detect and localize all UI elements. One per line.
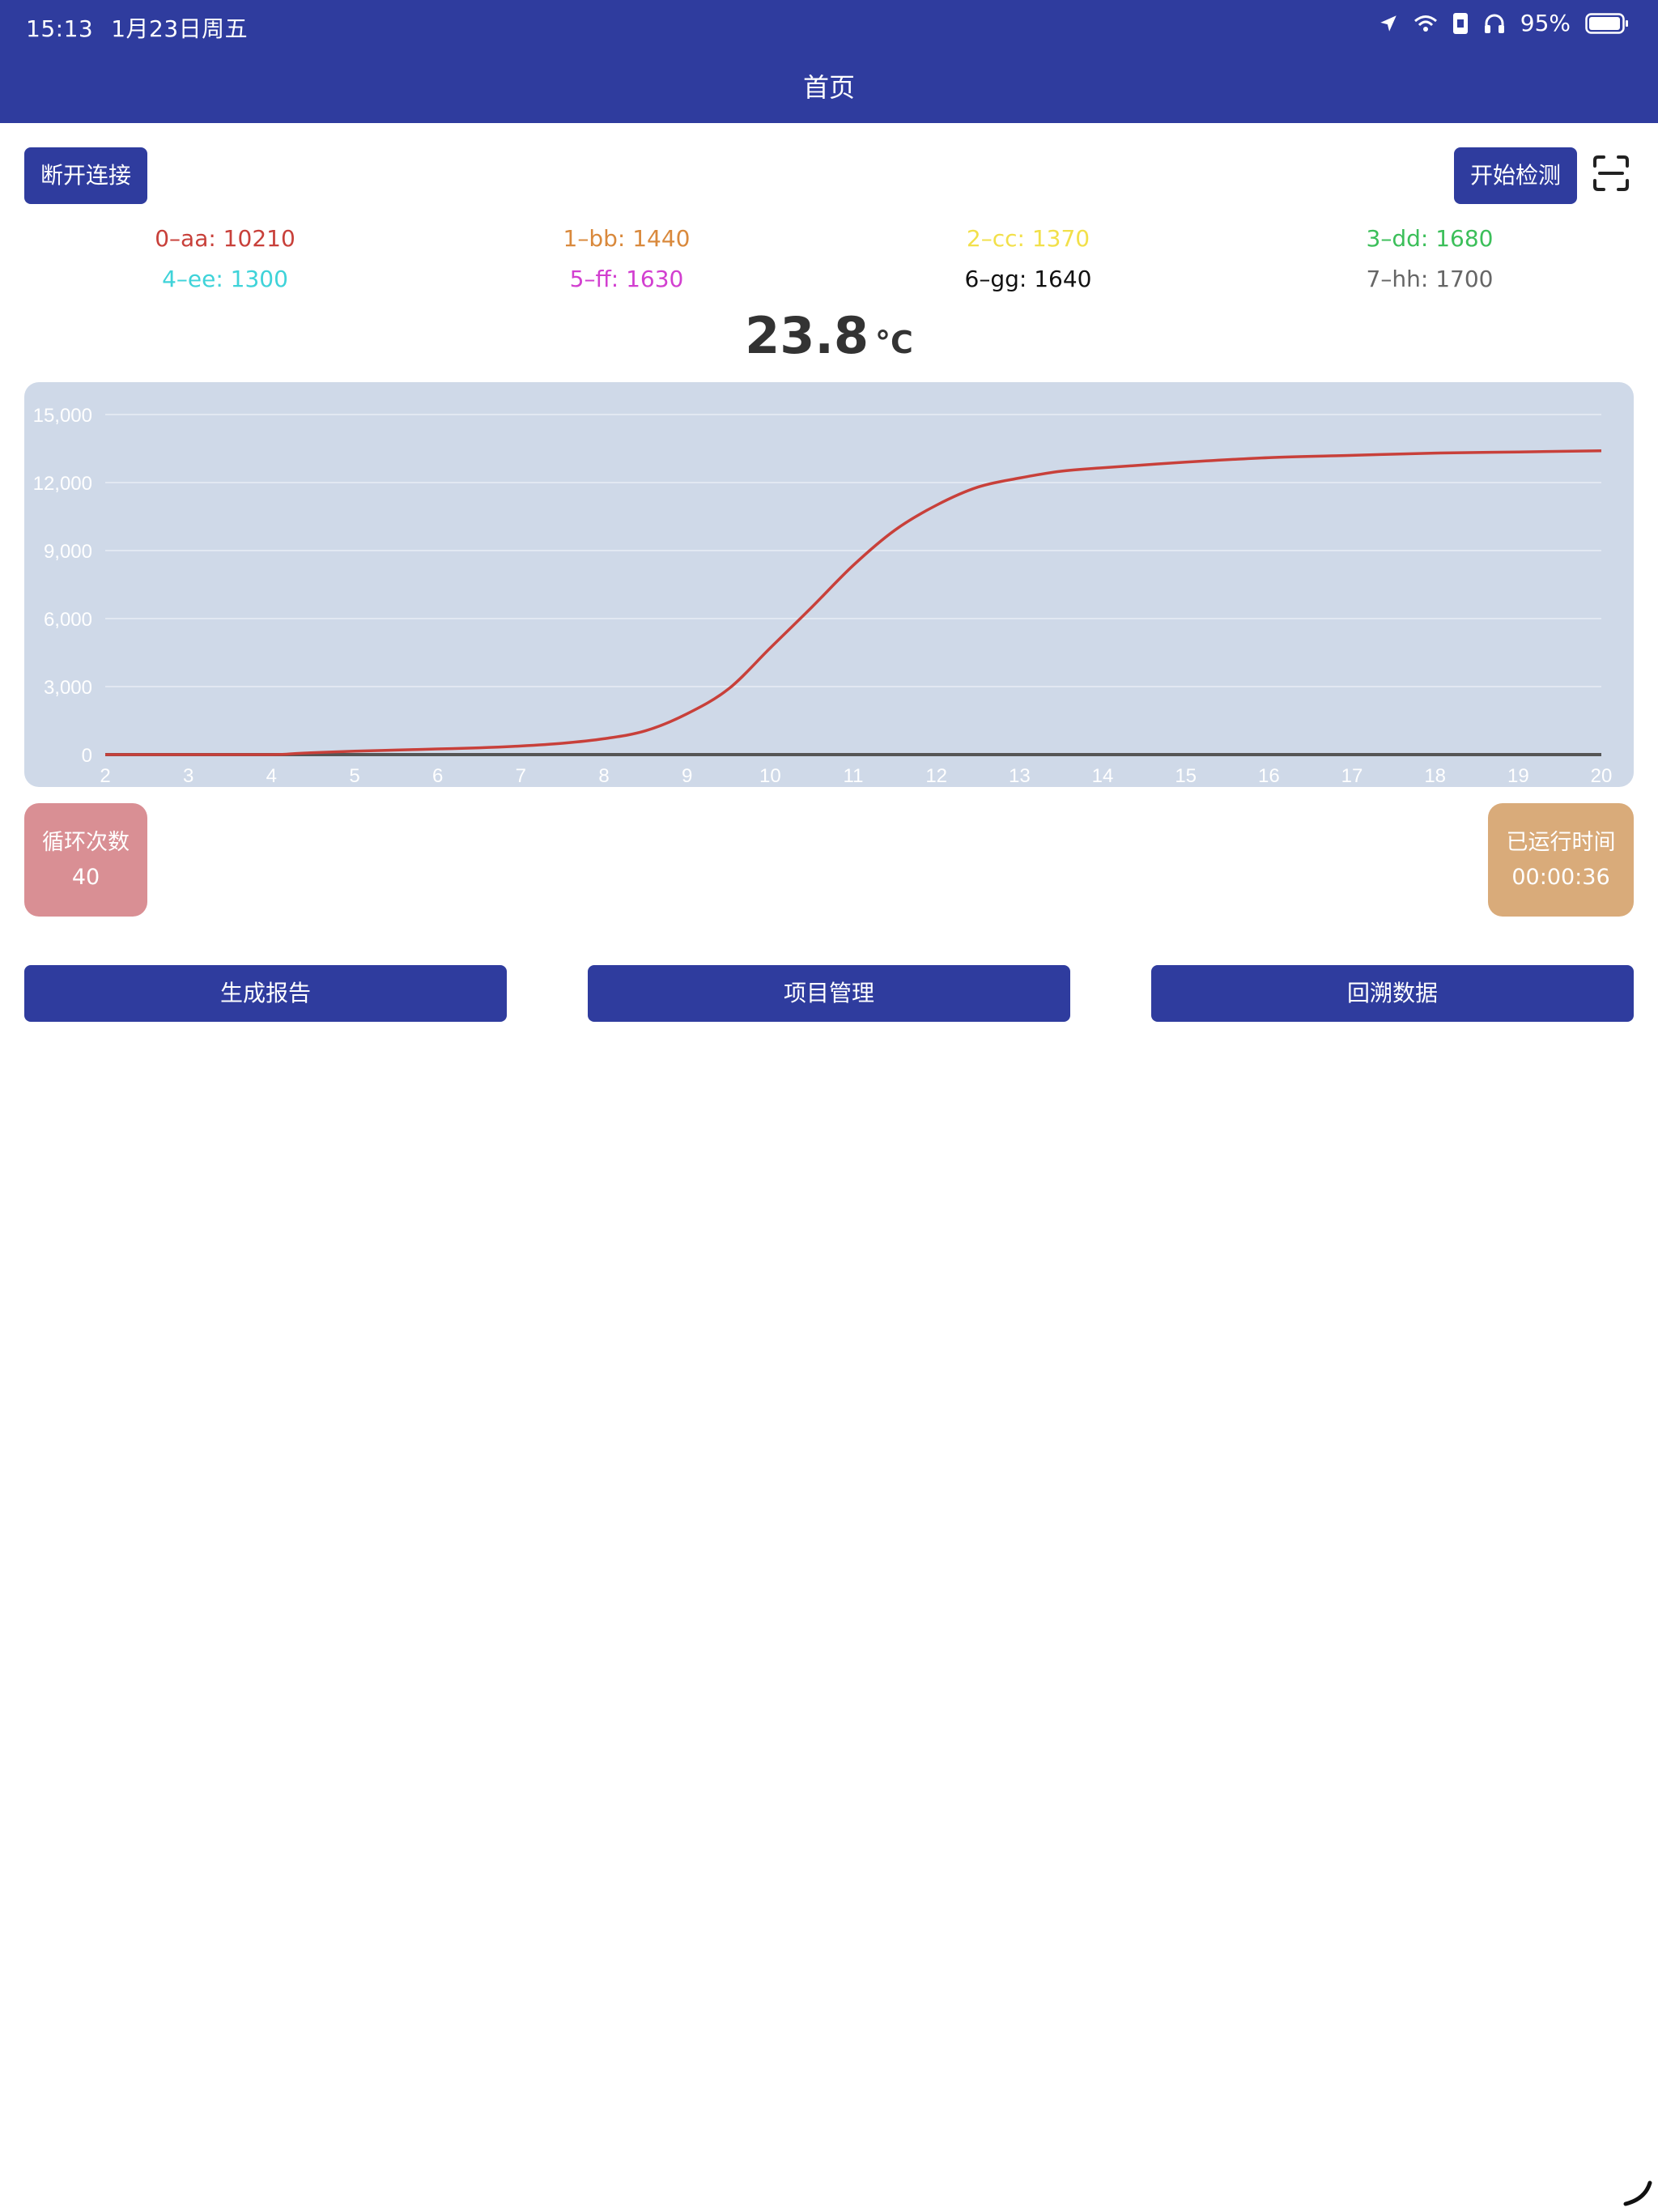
channel-label: 5–ff: 1630 (569, 266, 684, 292)
x-tick-label: 13 (1009, 765, 1031, 787)
battery-percent: 95% (1520, 10, 1571, 36)
scan-icon[interactable] (1592, 154, 1630, 193)
wifi-icon (1414, 13, 1438, 34)
x-tick-label: 14 (1092, 765, 1114, 787)
y-tick-label: 0 (82, 745, 92, 767)
series-line (104, 449, 1602, 756)
page-title: 首页 (802, 72, 855, 103)
disconnect-button[interactable]: 断开连接 (24, 147, 147, 204)
cycles-value: 40 (71, 865, 100, 890)
status-icons: 95% (1378, 10, 1629, 36)
cycles-card: 循环次数 40 (24, 803, 147, 917)
channel-label: 7–hh: 1700 (1366, 266, 1494, 292)
x-tick-label: 16 (1258, 765, 1280, 787)
x-tick-label: 5 (349, 765, 359, 787)
chart-svg: 0 3,000 6,000 9,000 12,000 15,000 2 3 4 5 6 7 8 9 10 11… (33, 405, 1613, 787)
x-tick-label: 19 (1507, 765, 1529, 787)
temperature-readout: 23.8 °C (0, 306, 1658, 365)
start-detection-button[interactable]: 开始检测 (1454, 147, 1577, 204)
cycles-title: 循环次数 (42, 830, 130, 855)
scroll-indicator-icon (1622, 2175, 1655, 2207)
x-tick-label: 18 (1424, 765, 1446, 787)
status-time-date: 15:13 1月23日周五 (26, 11, 248, 44)
sim-icon (1452, 12, 1469, 35)
location-icon (1378, 13, 1399, 34)
fluorescence-chart: 0 3,000 6,000 9,000 12,000 15,000 2 3 4 5 6 7 8 9 10 11… (24, 382, 1634, 787)
runtime-value: 00:00:36 (1511, 865, 1610, 890)
y-tick-label: 9,000 (44, 541, 92, 563)
x-tick-label: 10 (759, 765, 781, 787)
y-tick-label: 15,000 (33, 405, 92, 427)
x-tick-label: 6 (432, 765, 443, 787)
x-tick-label: 8 (598, 765, 609, 787)
status-bar: 15:13 1月23日周五 95% (0, 0, 1658, 52)
channel-label: 4–ee: 1300 (162, 266, 288, 292)
temperature-unit: °C (875, 325, 913, 360)
battery-icon (1585, 12, 1629, 34)
y-tick-label: 3,000 (44, 677, 92, 699)
x-tick-label: 4 (266, 765, 277, 787)
generate-report-button[interactable]: 生成报告 (24, 965, 507, 1022)
project-management-button[interactable]: 项目管理 (588, 965, 1070, 1022)
x-tick-label: 12 (925, 765, 947, 787)
channel-label: 3–dd: 1680 (1366, 225, 1494, 252)
channel-label: 6–gg: 1640 (964, 266, 1092, 292)
runtime-title: 已运行时间 (1506, 830, 1616, 855)
x-tick-label: 3 (183, 765, 193, 787)
x-tick-label: 7 (516, 765, 526, 787)
history-data-button[interactable]: 回溯数据 (1151, 965, 1634, 1022)
x-tick-label: 15 (1175, 765, 1197, 787)
x-tick-label: 2 (100, 765, 110, 787)
x-tick-label: 9 (682, 765, 692, 787)
channel-label: 2–cc: 1370 (966, 225, 1090, 252)
x-tick-label: 17 (1341, 765, 1363, 787)
runtime-card: 已运行时间 00:00:36 (1488, 803, 1634, 917)
x-tick-label: 11 (844, 765, 864, 787)
nav-bar: 首页 (0, 52, 1658, 123)
temperature-value: 23.8 (745, 306, 869, 365)
status-date: 1月23日周五 (111, 15, 249, 42)
x-tick-label: 20 (1591, 765, 1613, 787)
channel-label: 0–aa: 10210 (155, 225, 295, 252)
y-tick-label: 6,000 (44, 609, 92, 631)
status-time: 15:13 (26, 15, 94, 42)
y-tick-label: 12,000 (33, 473, 92, 495)
headphones-icon (1483, 13, 1506, 34)
channel-label: 1–bb: 1440 (563, 225, 691, 252)
